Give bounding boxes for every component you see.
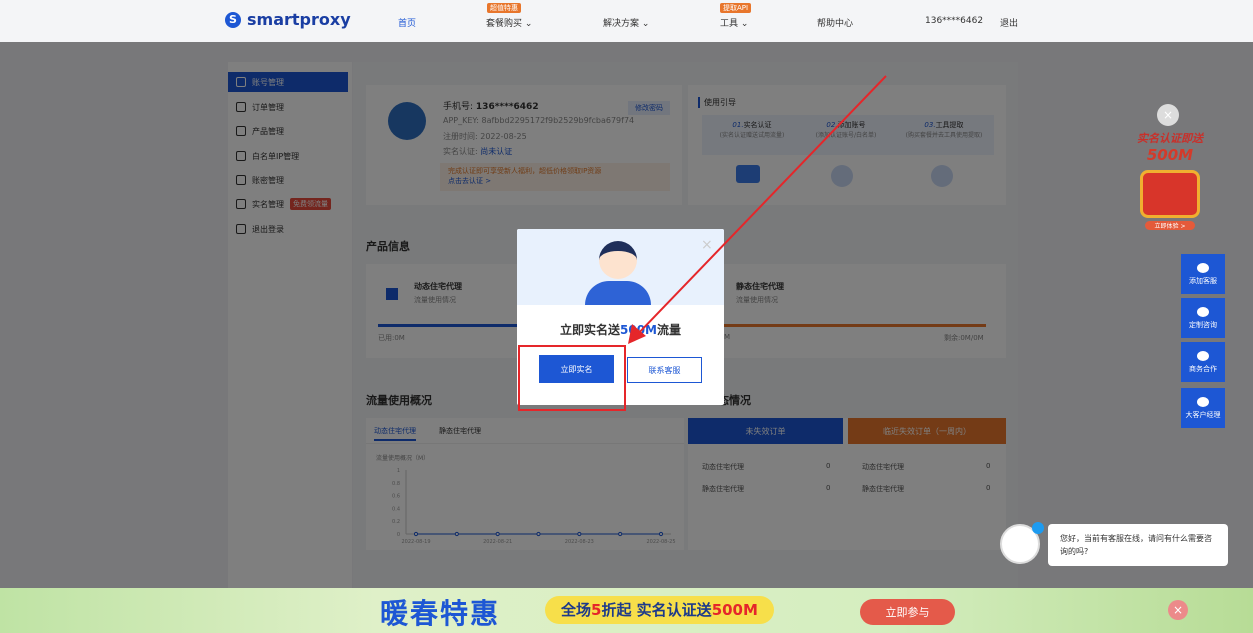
chat-online-dot — [1032, 522, 1044, 534]
nav-packages-badge: 超值特惠 — [487, 3, 521, 13]
manager-icon — [1197, 396, 1209, 407]
logo-text: smartproxy — [247, 10, 351, 29]
chat-bubble[interactable]: 您好，当前有客服在线，请问有什么需要咨询的吗? — [1048, 524, 1228, 566]
promo-float[interactable]: 实名认证即送 500M 立即体验 > — [1120, 130, 1220, 240]
business-coop-button[interactable]: 商务合作 — [1181, 342, 1225, 382]
custom-consult-button[interactable]: 定制咨询 — [1181, 298, 1225, 338]
banner-title: 暖春特惠 — [380, 597, 501, 630]
nav-logout[interactable]: 退出 — [1000, 16, 1018, 29]
nav-user[interactable]: 136****6462 — [925, 16, 983, 26]
banner-slogan: 全场5折起 实名认证送500M — [545, 596, 774, 624]
nav-home[interactable]: 首页 — [398, 16, 416, 29]
nav-solutions[interactable]: 解决方案 ⌄ — [603, 16, 649, 29]
top-navbar: S smartproxy 首页 超值特惠 套餐购买 ⌄ 解决方案 ⌄ 提取API… — [0, 0, 1253, 42]
logo-icon: S — [225, 11, 241, 28]
logo[interactable]: S smartproxy — [225, 10, 351, 29]
nav-tools-badge: 提取API — [720, 3, 752, 13]
nav-packages[interactable]: 套餐购买 ⌄ — [486, 16, 532, 29]
promo-line1: 实名认证即送 — [1137, 132, 1203, 145]
promo-close-icon[interactable]: × — [1157, 104, 1179, 126]
bottom-promo-banner[interactable]: 暖春特惠 全场5折起 实名认证送500M 立即参与 × — [0, 588, 1253, 633]
annotation-arrow — [628, 75, 887, 344]
headset-icon — [1197, 262, 1209, 273]
handshake-icon — [1197, 350, 1209, 361]
promo-line2: 500M — [1146, 146, 1194, 164]
key-account-button[interactable]: 大客户经理 — [1181, 388, 1225, 428]
nav-tools[interactable]: 工具 ⌄ — [720, 16, 748, 29]
banner-close-icon[interactable]: × — [1168, 600, 1188, 620]
nav-help[interactable]: 帮助中心 — [817, 16, 853, 29]
red-envelope-icon — [1140, 170, 1200, 218]
chat-agent-avatar[interactable] — [1000, 522, 1044, 564]
banner-join-button[interactable]: 立即参与 — [860, 599, 955, 625]
promo-try-button: 立即体验 > — [1145, 221, 1195, 230]
chat-icon — [1197, 306, 1209, 317]
add-support-button[interactable]: 添加客服 — [1181, 254, 1225, 294]
